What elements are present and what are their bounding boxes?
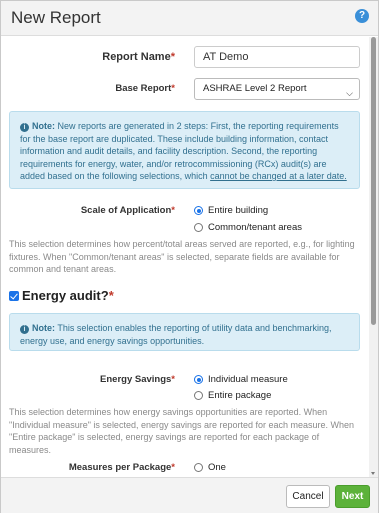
required-mark: * <box>108 288 114 303</box>
radio-label: Individual measure <box>208 374 288 385</box>
dialog-header: New Report ? <box>1 1 378 36</box>
note-text: This selection enables the reporting of … <box>20 323 332 346</box>
report-name-label: Report Name* <box>102 51 175 63</box>
base-report-select[interactable]: ASHRAE Level 2 Report ⌵ <box>194 78 360 100</box>
scroll-down-arrow-icon[interactable] <box>371 472 375 475</box>
chevron-down-icon: ⌵ <box>346 88 353 98</box>
steps-note: i Note: New reports are generated in 2 st… <box>9 111 360 189</box>
radio-selected-icon <box>194 206 203 215</box>
energy-audit-checkbox[interactable] <box>9 291 19 301</box>
scale-of-application-label: Scale of Application* <box>80 205 175 216</box>
required-mark: * <box>170 51 175 63</box>
note-label: Note: <box>32 121 55 131</box>
dialog-body[interactable]: Report Name* AT Demo Base Report* ASHRAE… <box>1 37 369 477</box>
radio-label: Entire building <box>208 205 269 216</box>
note-label: Note: <box>32 323 55 333</box>
question-circle-icon[interactable]: ? <box>355 9 369 23</box>
next-button[interactable]: Next <box>335 485 370 508</box>
info-circle-icon: i <box>20 325 29 334</box>
required-mark: * <box>171 205 175 216</box>
scale-help-text: This selection determines how percent/to… <box>9 239 355 274</box>
info-circle-icon: i <box>20 123 29 132</box>
required-mark: * <box>171 462 175 473</box>
radio-unselected-icon <box>194 223 203 232</box>
energy-savings-help-text: This selection determines how energy sav… <box>9 407 355 455</box>
radio-unselected-icon <box>194 391 203 400</box>
energy-audit-note: i Note: This selection enables the report… <box>9 313 360 351</box>
radio-label: Common/tenant areas <box>208 222 302 233</box>
report-name-input[interactable]: AT Demo <box>194 46 360 68</box>
new-report-dialog: New Report ? Report Name* AT Demo Base R… <box>0 0 379 513</box>
dialog-footer: Cancel Next <box>1 477 378 513</box>
vertical-scrollbar[interactable] <box>369 37 378 477</box>
radio-selected-icon <box>194 375 203 384</box>
required-mark: * <box>171 83 175 94</box>
radio-label: Entire package <box>208 390 272 401</box>
energy-audit-label: Energy audit?* <box>22 288 114 303</box>
base-report-selected: ASHRAE Level 2 Report <box>203 83 307 94</box>
note-underlined-text: cannot be changed at a later date. <box>210 171 347 181</box>
measures-per-package-label: Measures per Package* <box>68 462 175 473</box>
cancel-button[interactable]: Cancel <box>286 485 330 508</box>
radio-label: One <box>208 462 226 473</box>
scrollbar-thumb[interactable] <box>371 37 376 325</box>
required-mark: * <box>171 374 175 385</box>
dialog-title: New Report <box>11 8 101 27</box>
energy-savings-label: Energy Savings* <box>100 374 175 385</box>
radio-unselected-icon <box>194 463 203 472</box>
base-report-label: Base Report* <box>115 83 175 94</box>
